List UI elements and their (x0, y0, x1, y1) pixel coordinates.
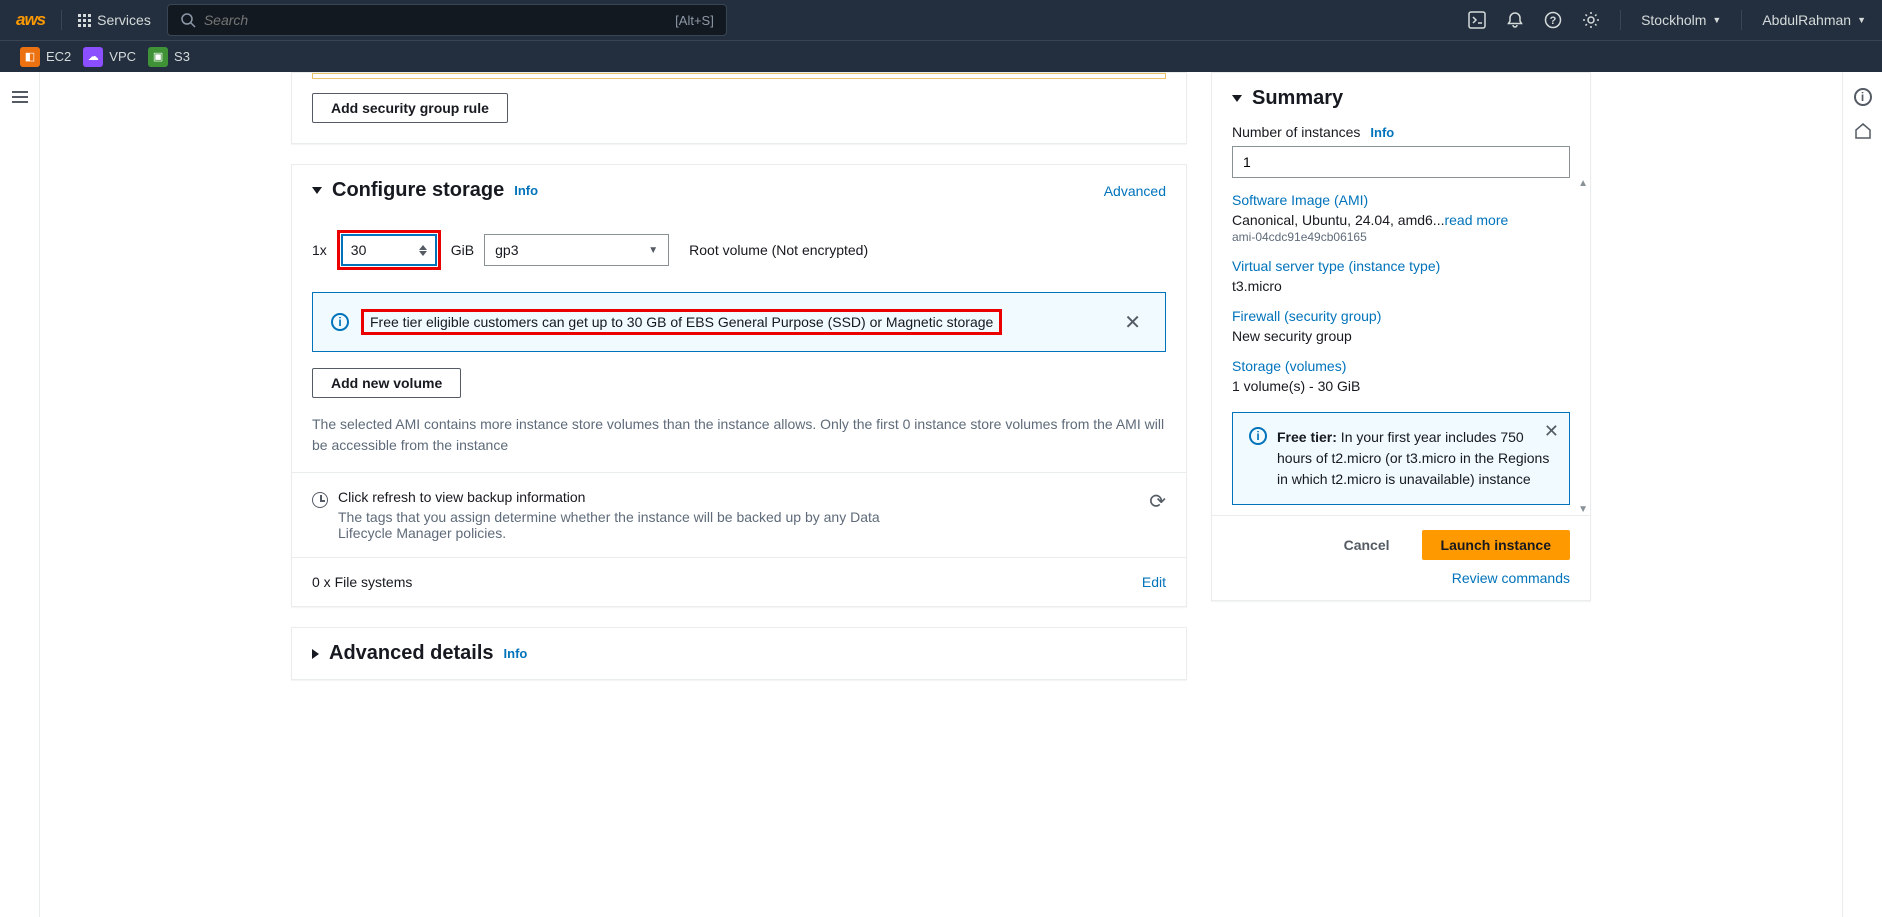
backup-info-desc: The tags that you assign determine wheth… (338, 509, 898, 541)
storage-unit: GiB (451, 242, 474, 258)
aws-logo[interactable]: aws (16, 10, 45, 30)
s3-icon: ▣ (148, 47, 168, 67)
launch-instance-button[interactable]: Launch instance (1422, 530, 1570, 560)
chevron-down-icon: ▼ (648, 245, 658, 256)
storage-info-link[interactable]: Info (514, 183, 538, 198)
free-tier-bold: Free tier: (1277, 429, 1337, 445)
free-tier-highlight: Free tier eligible customers can get up … (361, 309, 1002, 335)
side-nav-toggle[interactable] (12, 88, 28, 917)
summary-sg-value: New security group (1232, 328, 1570, 344)
summary-sg-label[interactable]: Firewall (security group) (1232, 308, 1570, 324)
favorite-s3[interactable]: ▣S3 (148, 47, 190, 67)
summary-ami-id: ami-04cdc91e49cb06165 (1232, 230, 1570, 244)
summary-type-value: t3.micro (1232, 278, 1570, 294)
review-commands-link[interactable]: Review commands (1452, 570, 1570, 586)
services-menu[interactable]: Services (78, 12, 151, 28)
favorite-vpc[interactable]: ☁VPC (83, 47, 136, 67)
info-icon: i (331, 313, 349, 331)
summary-type-label[interactable]: Virtual server type (instance type) (1232, 258, 1570, 274)
search-input[interactable] (204, 12, 386, 28)
stepper-up-icon[interactable] (419, 245, 427, 250)
vpc-icon: ☁ (83, 47, 103, 67)
summary-ami-label[interactable]: Software Image (AMI) (1232, 192, 1570, 208)
num-instances-label: Number of instances (1232, 124, 1360, 140)
num-instances-input[interactable] (1232, 146, 1570, 178)
collapse-summary-icon[interactable] (1232, 95, 1242, 102)
ami-read-more-link[interactable]: read more (1444, 212, 1508, 228)
settings-icon[interactable] (1582, 11, 1600, 29)
ec2-icon: ◧ (20, 47, 40, 67)
summary-storage-label[interactable]: Storage (volumes) (1232, 358, 1570, 374)
storage-panel-title: Configure storage (332, 179, 504, 202)
scroll-up-icon[interactable]: ▲ (1578, 178, 1588, 189)
root-volume-description: Root volume (Not encrypted) (689, 242, 868, 258)
num-instances-info-link[interactable]: Info (1370, 125, 1394, 140)
favorite-ec2[interactable]: ◧EC2 (20, 47, 71, 67)
help-icon[interactable]: ? (1544, 11, 1562, 29)
help-panel-toggle[interactable]: i (1854, 88, 1872, 106)
expand-advanced-icon[interactable] (312, 649, 319, 659)
free-tier-info-box: i Free tier eligible customers can get u… (312, 292, 1166, 352)
summary-title: Summary (1252, 87, 1343, 110)
security-group-panel-fragment: Add security group rule (291, 72, 1187, 144)
svg-text:?: ? (1550, 15, 1557, 27)
tutorials-icon[interactable] (1854, 122, 1872, 140)
info-icon: i (1249, 427, 1267, 445)
search-icon (180, 12, 196, 28)
volume-type-select[interactable]: gp3 ▼ (484, 234, 669, 266)
instance-store-note: The selected AMI contains more instance … (292, 414, 1186, 472)
search-shortcut-hint: [Alt+S] (675, 13, 714, 28)
grid-icon (78, 14, 91, 27)
refresh-backup-button[interactable]: ⟳ (1149, 489, 1166, 514)
dismiss-free-tier-button[interactable]: ✕ (1544, 421, 1559, 442)
storage-advanced-link[interactable]: Advanced (1104, 183, 1166, 199)
summary-ami-value: Canonical, Ubuntu, 24.04, amd6... (1232, 212, 1444, 228)
summary-free-tier-box: ✕ i Free tier: In your first year includ… (1232, 412, 1570, 505)
cloudshell-icon[interactable] (1468, 11, 1486, 29)
right-rail: i (1842, 72, 1882, 917)
account-menu[interactable]: AbdulRahman▼ (1762, 12, 1866, 28)
notifications-icon[interactable] (1506, 11, 1524, 29)
storage-size-highlight: 30 (337, 230, 441, 270)
advanced-info-link[interactable]: Info (504, 646, 528, 661)
file-systems-count: 0 x File systems (312, 574, 412, 590)
summary-panel: Summary Number of instances Info ▲ Softw… (1211, 72, 1591, 601)
storage-size-input[interactable]: 30 (341, 234, 437, 266)
edit-file-systems-link[interactable]: Edit (1142, 574, 1166, 590)
clock-icon (312, 492, 328, 508)
left-rail (0, 72, 40, 917)
cancel-button[interactable]: Cancel (1344, 537, 1390, 553)
dismiss-info-button[interactable]: ✕ (1118, 310, 1147, 335)
add-security-group-rule-button[interactable]: Add security group rule (312, 93, 508, 123)
favorites-bar: ◧EC2 ☁VPC ▣S3 (0, 40, 1882, 72)
backup-info-title: Click refresh to view backup information (338, 489, 898, 505)
top-navigation: aws Services [Alt+S] ? Stockholm▼ AbdulR… (0, 0, 1882, 40)
summary-storage-value: 1 volume(s) - 30 GiB (1232, 378, 1570, 394)
collapse-storage-icon[interactable] (312, 187, 322, 194)
advanced-details-title: Advanced details (329, 642, 494, 665)
global-search[interactable]: [Alt+S] (167, 4, 727, 36)
region-selector[interactable]: Stockholm▼ (1641, 12, 1721, 28)
add-new-volume-button[interactable]: Add new volume (312, 368, 461, 398)
advanced-details-panel: Advanced details Info (291, 627, 1187, 680)
configure-storage-panel: Configure storage Info Advanced 1x 30 (291, 164, 1187, 607)
storage-count-prefix: 1x (312, 242, 327, 258)
stepper-down-icon[interactable] (419, 251, 427, 256)
scroll-down-icon[interactable]: ▼ (1578, 504, 1588, 515)
